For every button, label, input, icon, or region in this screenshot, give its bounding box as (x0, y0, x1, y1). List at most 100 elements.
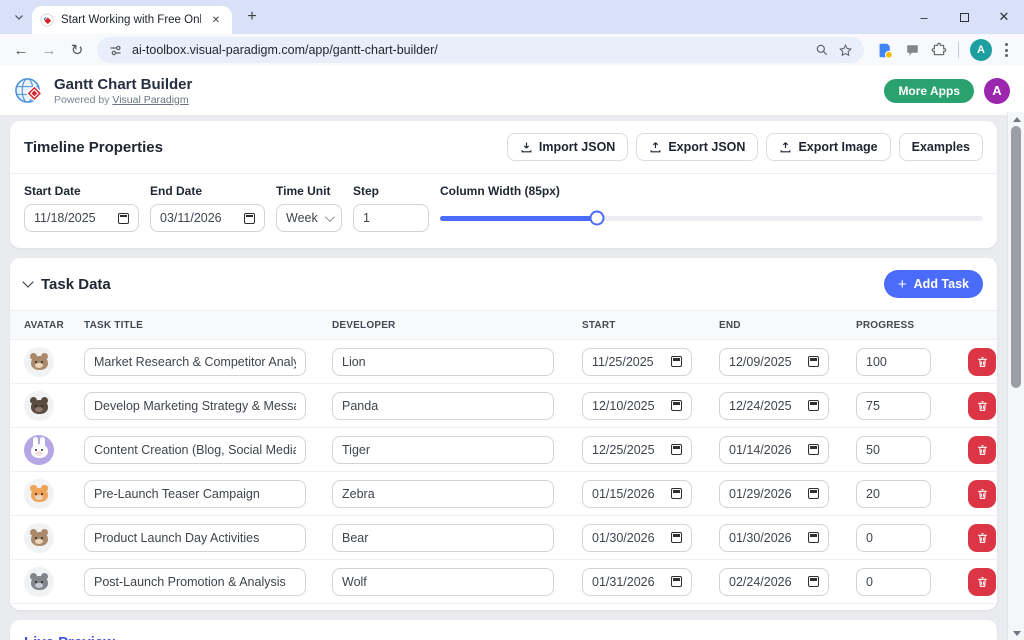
progress-field[interactable] (856, 348, 931, 376)
task-title-input[interactable] (94, 355, 296, 369)
calendar-icon[interactable] (118, 213, 129, 224)
time-unit-value[interactable] (286, 211, 319, 225)
forward-button[interactable]: → (36, 37, 62, 63)
delete-task-button[interactable] (968, 436, 996, 464)
delete-task-button[interactable] (968, 480, 996, 508)
tab-search-chevron-icon[interactable] (8, 6, 30, 28)
scrollbar-thumb[interactable] (1011, 126, 1021, 388)
progress-field[interactable] (856, 524, 931, 552)
back-button[interactable]: ← (8, 37, 34, 63)
step-input[interactable] (363, 211, 419, 225)
task-title-input[interactable] (94, 575, 296, 589)
task-title-field[interactable] (84, 392, 306, 420)
developer-field[interactable] (332, 436, 554, 464)
start-date-field[interactable] (24, 204, 139, 232)
end-date-field[interactable] (150, 204, 265, 232)
slider-handle[interactable] (590, 211, 605, 226)
scrollbar-up-arrow[interactable] (1008, 112, 1024, 126)
window-maximize-button[interactable] (944, 0, 984, 34)
tab-close-icon[interactable]: ✕ (208, 12, 224, 28)
end-date-field[interactable] (719, 392, 829, 420)
start-date-input[interactable] (592, 531, 665, 545)
export-image-button[interactable]: Export Image (766, 133, 890, 161)
developer-input[interactable] (342, 531, 544, 545)
window-minimize-button[interactable]: – (904, 0, 944, 34)
delete-task-button[interactable] (968, 568, 996, 596)
time-unit-select[interactable] (276, 204, 342, 232)
progress-input[interactable] (866, 399, 921, 413)
end-date-input[interactable] (729, 443, 802, 457)
task-data-title-wrap[interactable]: Task Data (24, 276, 111, 293)
import-json-button[interactable]: Import JSON (507, 133, 628, 161)
start-date-input[interactable] (592, 399, 665, 413)
start-date-field[interactable] (582, 524, 692, 552)
new-tab-button[interactable]: + (240, 5, 264, 29)
start-date-input[interactable] (592, 355, 665, 369)
developer-field[interactable] (332, 392, 554, 420)
end-date-input[interactable] (729, 575, 802, 589)
visual-paradigm-link[interactable]: Visual Paradigm (112, 94, 188, 106)
end-date-field[interactable] (719, 568, 829, 596)
column-width-slider[interactable] (440, 204, 983, 232)
comment-flag-icon[interactable] (905, 43, 920, 58)
collapse-chevron-icon[interactable] (22, 276, 33, 287)
end-date-input[interactable] (729, 531, 802, 545)
delete-task-button[interactable] (968, 524, 996, 552)
developer-input[interactable] (342, 443, 544, 457)
export-json-button[interactable]: Export JSON (636, 133, 758, 161)
start-date-field[interactable] (582, 436, 692, 464)
calendar-icon[interactable] (671, 576, 682, 587)
calendar-icon[interactable] (808, 444, 819, 455)
calendar-icon[interactable] (671, 400, 682, 411)
end-date-input[interactable] (160, 211, 238, 225)
page-scrollbar[interactable] (1007, 112, 1024, 640)
calendar-icon[interactable] (808, 488, 819, 499)
progress-field[interactable] (856, 436, 931, 464)
bookmark-star-icon[interactable] (838, 43, 853, 58)
end-date-input[interactable] (729, 355, 802, 369)
calendar-icon[interactable] (808, 356, 819, 367)
examples-button[interactable]: Examples (899, 133, 983, 161)
developer-input[interactable] (342, 487, 544, 501)
start-date-input[interactable] (592, 575, 665, 589)
task-title-field[interactable] (84, 348, 306, 376)
progress-input[interactable] (866, 575, 921, 589)
progress-input[interactable] (866, 487, 921, 501)
calendar-icon[interactable] (671, 356, 682, 367)
task-title-input[interactable] (94, 399, 296, 413)
start-date-field[interactable] (582, 480, 692, 508)
add-task-button[interactable]: + Add Task (884, 270, 983, 298)
start-date-input[interactable] (34, 211, 112, 225)
task-title-field[interactable] (84, 568, 306, 596)
calendar-icon[interactable] (808, 576, 819, 587)
more-apps-button[interactable]: More Apps (884, 79, 974, 103)
lens-doc-icon[interactable] (877, 42, 894, 59)
calendar-icon[interactable] (244, 213, 255, 224)
end-date-input[interactable] (729, 487, 802, 501)
progress-input[interactable] (866, 443, 921, 457)
delete-task-button[interactable] (968, 392, 996, 420)
start-date-field[interactable] (582, 392, 692, 420)
start-date-input[interactable] (592, 443, 665, 457)
browser-tab[interactable]: Start Working with Free Online ✕ (32, 6, 232, 34)
calendar-icon[interactable] (671, 532, 682, 543)
user-avatar[interactable]: A (984, 78, 1010, 104)
start-date-input[interactable] (592, 487, 665, 501)
end-date-field[interactable] (719, 436, 829, 464)
extensions-puzzle-icon[interactable] (931, 42, 947, 58)
developer-field[interactable] (332, 480, 554, 508)
calendar-icon[interactable] (808, 532, 819, 543)
site-settings-icon[interactable] (108, 43, 123, 58)
window-close-button[interactable]: ✕ (984, 0, 1024, 34)
url-bar[interactable]: ai-toolbox.visual-paradigm.com/app/gantt… (97, 37, 864, 63)
scrollbar-down-arrow[interactable] (1008, 626, 1024, 640)
developer-input[interactable] (342, 575, 544, 589)
end-date-field[interactable] (719, 348, 829, 376)
delete-task-button[interactable] (968, 348, 996, 376)
progress-field[interactable] (856, 480, 931, 508)
task-title-input[interactable] (94, 487, 296, 501)
zoom-icon[interactable] (815, 43, 829, 57)
chrome-profile-avatar[interactable]: A (970, 39, 992, 61)
developer-field[interactable] (332, 524, 554, 552)
progress-field[interactable] (856, 392, 931, 420)
